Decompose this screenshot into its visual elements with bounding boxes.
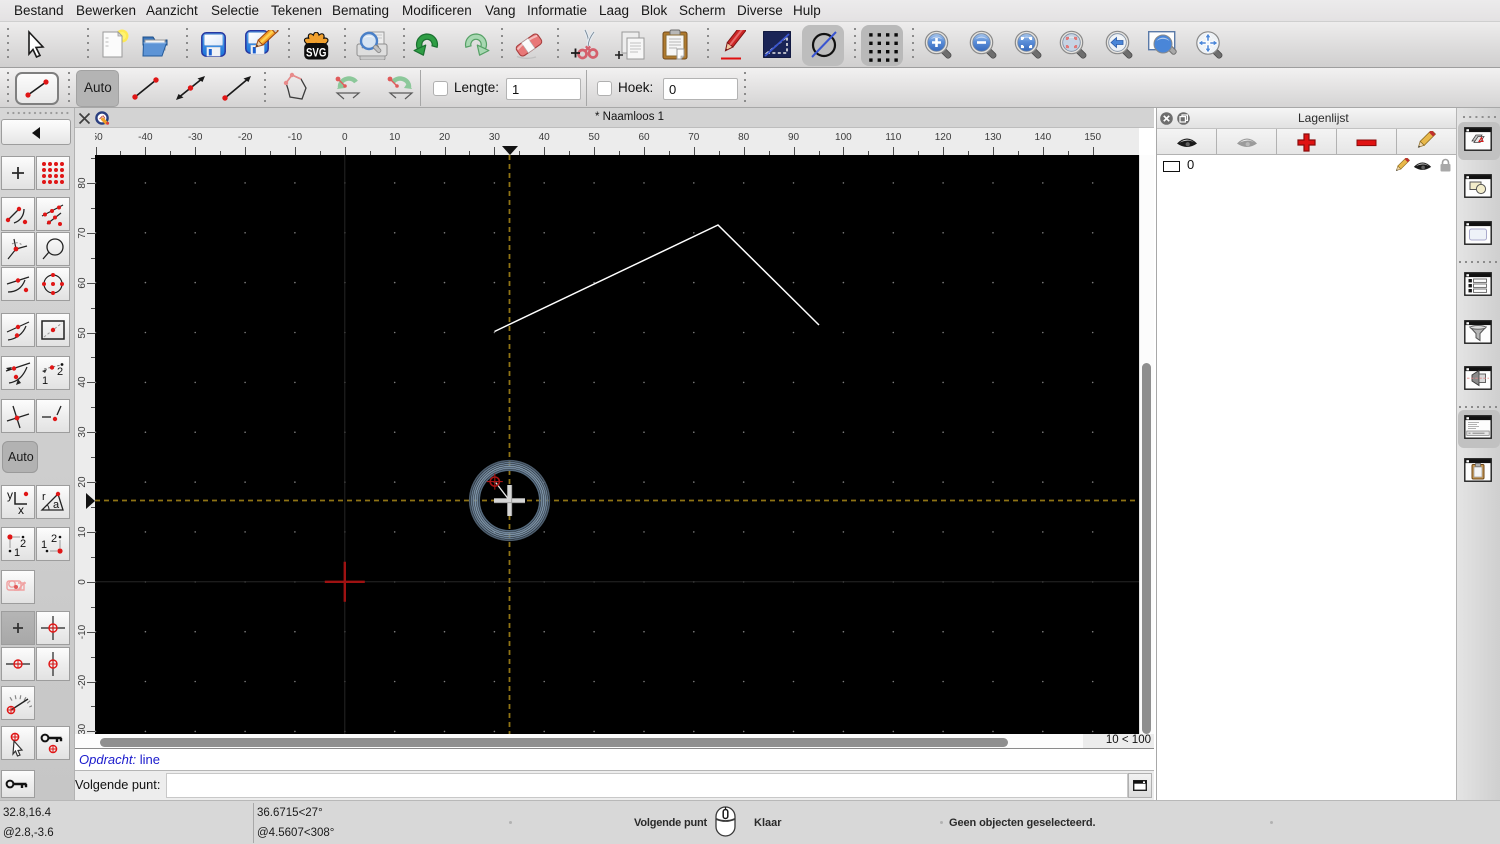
svg-text:y: y: [7, 488, 13, 502]
svg-text:a: a: [53, 499, 60, 511]
svg-text:x: x: [18, 503, 24, 516]
svg-text:SVG: SVG: [306, 46, 327, 60]
svg-text:r: r: [42, 491, 46, 503]
svg-text:2: 2: [57, 366, 63, 378]
svg-text:1: 1: [42, 375, 48, 387]
svg-text:2: 2: [20, 538, 26, 550]
svg-text:1: 1: [41, 539, 47, 551]
svg-text:2: 2: [51, 533, 57, 545]
